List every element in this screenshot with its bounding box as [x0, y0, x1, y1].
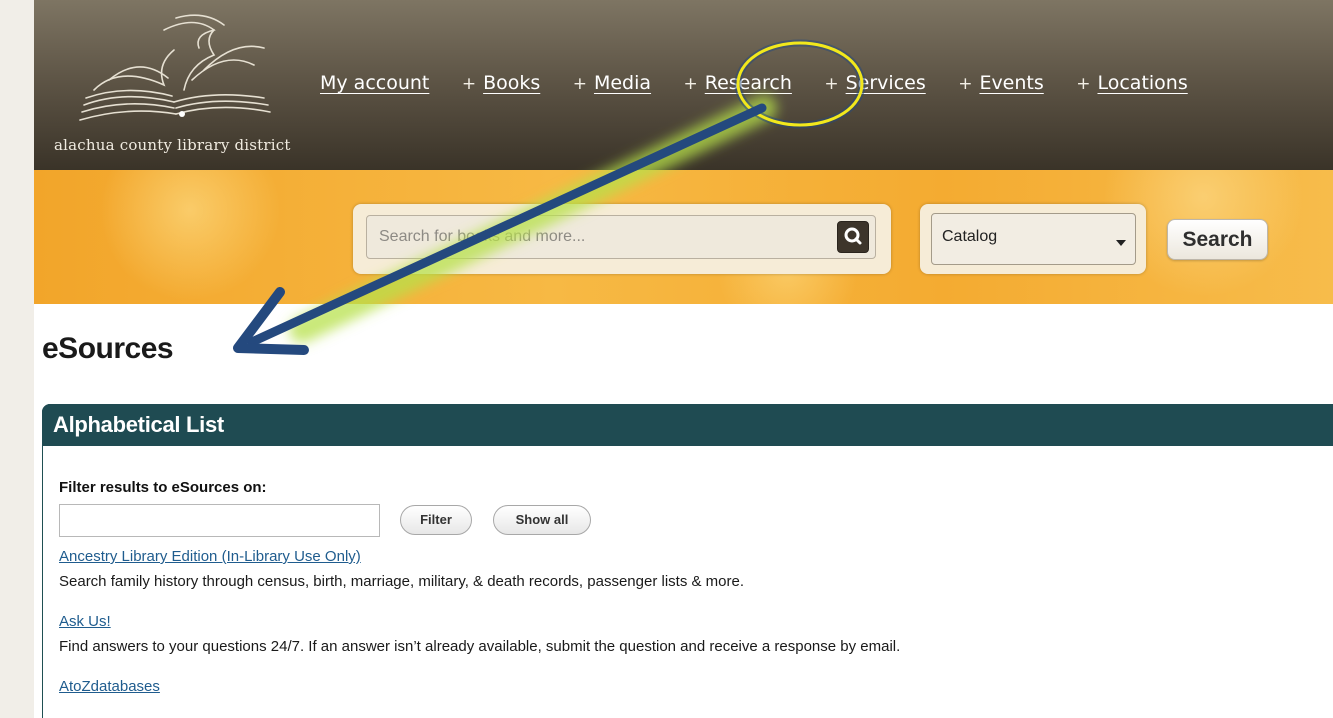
library-logo[interactable]: alachua county library district [54, 10, 314, 160]
scope-select-value: Catalog [942, 228, 998, 245]
nav-events[interactable]: + Events [958, 72, 1044, 94]
filter-button[interactable]: Filter [400, 505, 472, 535]
alphabetical-list-panel: Alphabetical List Filter results to eSou… [42, 404, 1333, 718]
search-button[interactable]: Search [1167, 219, 1268, 260]
plus-icon: + [958, 74, 973, 94]
esource-description: Search family history through census, bi… [59, 573, 744, 590]
esource-link[interactable]: AtoZdatabases [59, 678, 160, 695]
browser-page: alachua county library district My accou… [34, 0, 1333, 718]
nav-label: Events [979, 72, 1044, 94]
nav-locations[interactable]: + Locations [1076, 72, 1188, 94]
nav-label: My account [320, 72, 430, 94]
nav-label: Research [704, 72, 792, 94]
plus-icon: + [461, 74, 477, 94]
main-nav: My account + Books + Media + Research + Serv… [320, 72, 1216, 102]
site-header: alachua county library district My accou… [34, 0, 1333, 170]
nav-label: Books [483, 72, 541, 94]
scope-select[interactable]: Catalog [931, 213, 1136, 265]
magnifier-icon [844, 227, 862, 245]
plus-icon: + [572, 74, 587, 94]
panel-header: Alphabetical List [42, 404, 1333, 446]
search-submit-button[interactable] [837, 221, 869, 253]
search-band: Catalog Search [34, 170, 1333, 304]
nav-label: Media [593, 72, 652, 94]
page-title: eSources [42, 332, 174, 365]
chevron-down-icon [1116, 240, 1126, 246]
filter-input[interactable] [59, 504, 380, 537]
plus-icon: + [1076, 74, 1091, 94]
show-all-button[interactable]: Show all [493, 505, 591, 535]
scope-select-container: Catalog [920, 204, 1146, 274]
esource-link[interactable]: Ancestry Library Edition (In-Library Use… [59, 548, 361, 565]
panel-title: Alphabetical List [53, 412, 224, 437]
esource-description: Find answers to your questions 24/7. If … [59, 638, 901, 655]
search-box-container [353, 204, 891, 274]
nav-my-account[interactable]: My account [320, 72, 429, 94]
plus-icon: + [824, 74, 839, 94]
nav-research[interactable]: + Research [684, 72, 792, 94]
search-input[interactable] [366, 215, 876, 259]
nav-services[interactable]: + Services [824, 72, 925, 94]
filter-label: Filter results to eSources on: [59, 479, 267, 496]
nav-media[interactable]: + Media [573, 72, 651, 94]
nav-books[interactable]: + Books [462, 72, 540, 94]
logo-text: alachua county library district [54, 136, 291, 154]
esource-link[interactable]: Ask Us! [59, 613, 111, 630]
plus-icon: + [683, 74, 698, 94]
open-book-icon [79, 14, 271, 121]
nav-label: Locations [1097, 72, 1188, 94]
nav-label: Services [845, 72, 926, 94]
